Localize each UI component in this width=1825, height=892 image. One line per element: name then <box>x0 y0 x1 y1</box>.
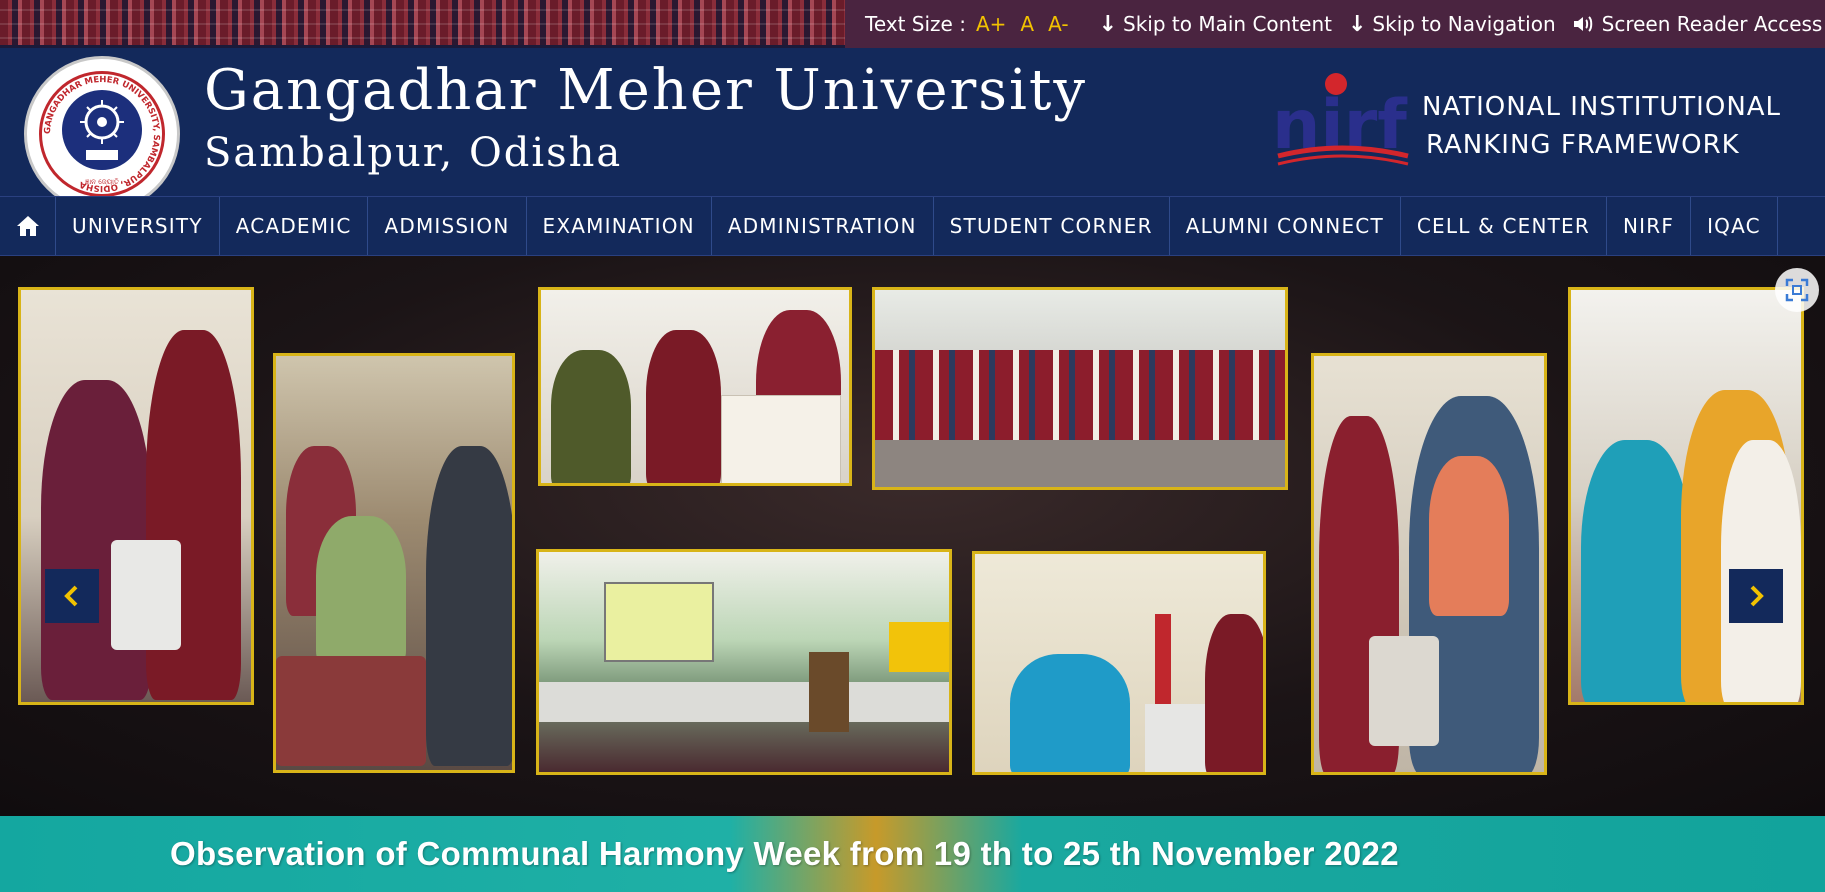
arrow-down-icon: ↓ <box>1098 11 1118 37</box>
nav-student-corner[interactable]: STUDENT CORNER <box>934 197 1170 255</box>
svg-text:ଜ୍ଞାନ ଜ୍ୟୋତି: ଜ୍ଞାନ ଜ୍ୟୋତି <box>85 178 119 186</box>
university-title: Gangadhar Meher University <box>204 58 1088 123</box>
slide-caption-text: Observation of Communal Harmony Week fro… <box>170 835 1399 872</box>
nirf-caption-line1: NATIONAL INSTITUTIONAL <box>1422 92 1782 122</box>
chevron-right-icon <box>1750 585 1764 607</box>
nav-university[interactable]: UNIVERSITY <box>56 197 220 255</box>
main-navigation: UNIVERSITY ACADEMIC ADMISSION EXAMINATIO… <box>0 196 1825 256</box>
nirf-logo[interactable]: nirf <box>1272 70 1412 170</box>
nirf-caption: NATIONAL INSTITUTIONAL RANKING FRAMEWORK <box>1422 88 1781 164</box>
accessibility-bar: Text Size : A+ A A- ↓ Skip to Main Conte… <box>845 0 1825 48</box>
nav-examination[interactable]: EXAMINATION <box>527 197 712 255</box>
nav-admission[interactable]: ADMISSION <box>368 197 527 255</box>
university-subtitle: Sambalpur, Odisha <box>204 130 623 176</box>
fullscreen-icon <box>1785 278 1809 302</box>
nav-iqac[interactable]: IQAC <box>1691 197 1778 255</box>
skip-to-navigation-link[interactable]: ↓ Skip to Navigation <box>1348 12 1556 37</box>
nav-academic[interactable]: ACADEMIC <box>220 197 369 255</box>
slide-photo-2 <box>273 353 515 773</box>
text-size-decrease-button[interactable]: A- <box>1048 12 1068 36</box>
nav-administration[interactable]: ADMINISTRATION <box>712 197 934 255</box>
university-logo[interactable]: GANGADHAR MEHER UNIVERSITY, SAMBALPUR, O… <box>24 56 180 212</box>
logo-emblem: GANGADHAR MEHER UNIVERSITY, SAMBALPUR, O… <box>43 75 161 193</box>
screen-reader-access-label: Screen Reader Access <box>1601 12 1823 36</box>
screen-reader-access-link[interactable]: Screen Reader Access <box>1572 12 1823 36</box>
arrow-down-icon: ↓ <box>1347 11 1367 37</box>
slide-photo-1 <box>18 287 254 705</box>
text-size-increase-button[interactable]: A+ <box>976 12 1006 36</box>
slider-prev-button[interactable] <box>45 569 99 623</box>
nav-home[interactable] <box>0 197 56 255</box>
decorative-pattern-band <box>0 0 845 48</box>
nav-alumni-connect[interactable]: ALUMNI CONNECT <box>1170 197 1401 255</box>
slide-photo-8 <box>1568 287 1804 705</box>
text-size-normal-button[interactable]: A <box>1020 12 1034 36</box>
slide-photo-5 <box>536 549 952 775</box>
slide-photo-6 <box>972 551 1266 775</box>
nirf-caption-line2: RANKING FRAMEWORK <box>1426 130 1740 160</box>
slide-photo-4 <box>872 287 1288 490</box>
site-header: GANGADHAR MEHER UNIVERSITY, SAMBALPUR, O… <box>0 48 1825 212</box>
text-size-label: Text Size : <box>865 12 966 36</box>
top-utility-strip: Text Size : A+ A A- ↓ Skip to Main Conte… <box>0 0 1825 48</box>
home-icon <box>16 216 39 236</box>
chevron-left-icon <box>64 585 78 607</box>
skip-to-main-link[interactable]: ↓ Skip to Main Content <box>1099 12 1332 37</box>
nav-nirf[interactable]: NIRF <box>1607 197 1692 255</box>
slide-caption-banner: Observation of Communal Harmony Week fro… <box>0 816 1825 892</box>
nav-cell-center[interactable]: CELL & CENTER <box>1401 197 1607 255</box>
slider-next-button[interactable] <box>1729 569 1783 623</box>
slide-photo-7 <box>1311 353 1547 775</box>
skip-to-navigation-label: Skip to Navigation <box>1372 12 1556 36</box>
fullscreen-button[interactable] <box>1775 268 1819 312</box>
speaker-icon <box>1573 16 1592 32</box>
skip-to-main-label: Skip to Main Content <box>1123 12 1332 36</box>
slide-photo-3 <box>538 287 852 486</box>
hero-slider <box>0 256 1825 816</box>
